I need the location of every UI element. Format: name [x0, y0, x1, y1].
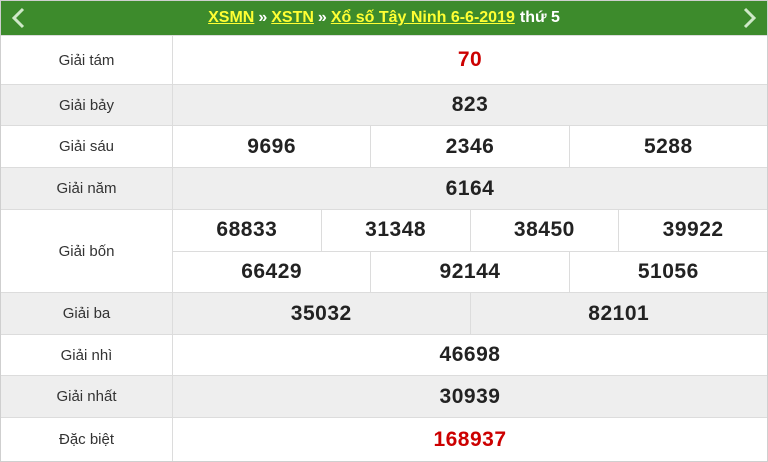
results-widget: XSMN» XSTN» Xổ số Tây Ninh 6-6-2019 thứ 5 G…	[0, 0, 768, 462]
link-result-title[interactable]: Xổ số Tây Ninh 6-6-2019	[331, 9, 515, 26]
weekday-text: thứ 5	[519, 9, 560, 26]
prize-label: Giải nhất	[1, 376, 173, 417]
prize-label: Đặc biệt	[1, 418, 173, 461]
prize-number: 9696	[173, 126, 372, 167]
prize-number: 35032	[173, 293, 471, 334]
prize-number: 82101	[588, 301, 650, 325]
prize-label: Giải năm	[1, 168, 173, 209]
prize-number: 39922	[662, 218, 724, 242]
breadcrumb-separator: »	[317, 9, 327, 26]
prize-number: 38450	[471, 210, 620, 251]
prev-button[interactable]	[1, 1, 37, 35]
prize-number: 68833	[173, 210, 322, 251]
prize-label: Giải nhì	[1, 335, 173, 375]
link-xstn[interactable]: XSTN	[271, 9, 314, 26]
prize-number: 31348	[322, 210, 471, 251]
prize-row-8: Giải tám 70	[1, 35, 767, 84]
prize-number: 70	[457, 48, 483, 71]
prize-row-2: Giải nhì 46698	[1, 334, 767, 375]
prize-number: 168937	[433, 427, 507, 451]
prize-number: 92144	[371, 251, 570, 292]
prize-row-5: Giải năm 6164	[1, 167, 767, 209]
prize-row-6: Giải sáu 9696 2346 5288	[1, 125, 767, 167]
prize-row-special: Đặc biệt 168937	[1, 417, 767, 461]
prize-number: 30939	[439, 384, 501, 408]
prize-label: Giải bốn	[1, 210, 173, 292]
prize-number: 2346	[371, 126, 570, 167]
prize-number: 823	[451, 93, 489, 116]
link-xsmn[interactable]: XSMN	[208, 9, 254, 26]
prize-row-7: Giải bảy 823	[1, 84, 767, 125]
prize-row-3: Giải ba 35032 82101	[1, 292, 767, 334]
prize-number: 51056	[637, 259, 699, 283]
header-title: XSMN» XSTN» Xổ số Tây Ninh 6-6-2019 thứ 5	[208, 1, 560, 35]
results-header: XSMN» XSTN» Xổ số Tây Ninh 6-6-2019 thứ 5	[1, 1, 767, 35]
prize-label: Giải sáu	[1, 126, 173, 167]
next-button[interactable]	[731, 1, 767, 35]
prize-label: Giải ba	[1, 293, 173, 334]
prize-number: 66429	[173, 251, 372, 292]
results-table: Giải tám 70 Giải bảy 823 Giải sáu 9696 2…	[1, 35, 767, 461]
prize-label: Giải bảy	[1, 85, 173, 125]
prize-number: 46698	[439, 343, 501, 366]
prize-number: 6164	[445, 176, 495, 200]
chevron-right-icon	[743, 7, 757, 29]
prize-label: Giải tám	[1, 36, 173, 84]
prize-number: 5288	[643, 134, 693, 158]
prize-row-1: Giải nhất 30939	[1, 375, 767, 417]
prize-row-4: Giải bốn 68833 31348 38450 39922 66429 9…	[1, 209, 767, 292]
chevron-left-icon	[11, 7, 25, 29]
breadcrumb-separator: »	[258, 9, 268, 26]
